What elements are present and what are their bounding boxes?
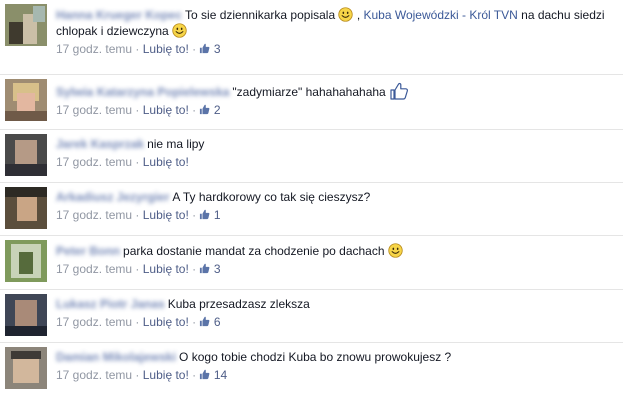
thumbs-up-icon: [199, 43, 210, 54]
like-button[interactable]: Lubię to!: [143, 103, 189, 117]
thumbs-up-icon: [199, 209, 210, 220]
avatar[interactable]: [5, 187, 47, 229]
comment-timestamp[interactable]: 17 godz. temu: [56, 208, 132, 222]
comment-timestamp[interactable]: 17 godz. temu: [56, 368, 132, 382]
like-button[interactable]: Lubię to!: [143, 208, 189, 222]
comment-item: Hanna Krueger Kopec To sie dziennikarka p…: [0, 0, 623, 74]
separator: ·: [135, 315, 140, 329]
separator: ·: [135, 155, 140, 169]
separator: ·: [135, 262, 140, 276]
separator: ·: [192, 262, 197, 276]
comment-author[interactable]: Arkadiusz Jezyrgier: [56, 190, 169, 204]
comment-text: To sie dziennikarka popisala: [185, 8, 336, 22]
separator: ·: [135, 103, 140, 117]
comment-meta: 17 godz. temu · Lubię to! · 3: [56, 262, 615, 277]
comment-item: Damian Mikolajewski O kogo tobie chodzi K…: [0, 342, 623, 402]
mentioned-page-link[interactable]: Kuba Wojewódzki - Król TVN: [364, 8, 518, 22]
comment-text: Kuba przesadzasz zleksza: [167, 297, 310, 311]
comment-timestamp[interactable]: 17 godz. temu: [56, 315, 132, 329]
separator: ·: [192, 103, 197, 117]
comment-text: "zadymiarze" hahahahahaha: [232, 85, 386, 99]
separator: ·: [135, 42, 140, 56]
like-button[interactable]: Lubię to!: [143, 368, 189, 382]
smiley-icon: [388, 243, 403, 258]
like-count[interactable]: 6: [199, 315, 221, 329]
separator: ·: [192, 42, 197, 56]
smiley-icon: [172, 23, 187, 38]
avatar[interactable]: [5, 240, 47, 282]
like-button[interactable]: Lubię to!: [143, 155, 189, 169]
comment-item: Sylwia Katarzyna Popielewska "zadymiarze"…: [0, 74, 623, 130]
comment-author[interactable]: Peter Bonn: [56, 244, 120, 258]
avatar[interactable]: [5, 134, 47, 176]
comment-author[interactable]: Hanna Krueger Kopec: [56, 8, 182, 22]
comment-timestamp[interactable]: 17 godz. temu: [56, 262, 132, 276]
comment-text: O kogo tobie chodzi Kuba bo znowu prowok…: [179, 350, 452, 364]
comment-meta: 17 godz. temu · Lubię to! · 3: [56, 42, 615, 57]
comment-meta: 17 godz. temu · Lubię to! · 6: [56, 315, 615, 330]
like-count[interactable]: 14: [199, 368, 227, 382]
like-count[interactable]: 3: [199, 262, 221, 276]
like-count[interactable]: 2: [199, 103, 221, 117]
comment-meta: 17 godz. temu · Lubię to! · 1: [56, 208, 615, 223]
thumbs-up-icon: [199, 104, 210, 115]
comment-author[interactable]: Jarek Kasprzak: [56, 137, 144, 151]
avatar[interactable]: [5, 79, 47, 121]
avatar[interactable]: [5, 4, 47, 46]
comment-author[interactable]: Lukasz Piotr Janas: [56, 297, 165, 311]
separator: ·: [192, 208, 197, 222]
comment-meta: 17 godz. temu · Lubię to! · 14: [56, 368, 615, 383]
comment-text: nie ma lipy: [147, 137, 205, 151]
like-count[interactable]: 3: [199, 42, 221, 56]
avatar[interactable]: [5, 347, 47, 389]
comment-item: Lukasz Piotr Janas Kuba przesadzasz zleks…: [0, 289, 623, 343]
like-button[interactable]: Lubię to!: [143, 42, 189, 56]
comments-feed: Hanna Krueger Kopec To sie dziennikarka p…: [0, 0, 623, 401]
like-button[interactable]: Lubię to!: [143, 315, 189, 329]
separator: ·: [135, 368, 140, 382]
comment-text: A Ty hardkorowy co tak się cieszysz?: [172, 190, 371, 204]
comment-author[interactable]: Sylwia Katarzyna Popielewska: [56, 85, 229, 99]
separator: ·: [192, 315, 197, 329]
comment-timestamp[interactable]: 17 godz. temu: [56, 103, 132, 117]
comment-timestamp[interactable]: 17 godz. temu: [56, 155, 132, 169]
comment-item: Arkadiusz Jezyrgier A Ty hardkorowy co ta…: [0, 182, 623, 236]
smiley-icon: [338, 7, 353, 22]
comment-item: Peter Bonn parka dostanie mandat za chodz…: [0, 235, 623, 290]
comment-item: Jarek Kasprzak nie ma lipy 17 godz. temu …: [0, 129, 623, 183]
comment-text: parka dostanie mandat za chodzenie po da…: [123, 244, 385, 258]
separator: ·: [135, 208, 140, 222]
like-button[interactable]: Lubię to!: [143, 262, 189, 276]
comment-author[interactable]: Damian Mikolajewski: [56, 350, 176, 364]
thumbs-up-icon: [389, 82, 409, 100]
thumbs-up-icon: [199, 263, 210, 274]
thumbs-up-icon: [199, 316, 210, 327]
comment-meta: 17 godz. temu · Lubię to! · 2: [56, 103, 615, 118]
comment-meta: 17 godz. temu · Lubię to!: [56, 155, 615, 170]
like-count[interactable]: 1: [199, 208, 221, 222]
avatar[interactable]: [5, 294, 47, 336]
comment-timestamp[interactable]: 17 godz. temu: [56, 42, 132, 56]
separator: ·: [192, 368, 197, 382]
thumbs-up-icon: [199, 369, 210, 380]
